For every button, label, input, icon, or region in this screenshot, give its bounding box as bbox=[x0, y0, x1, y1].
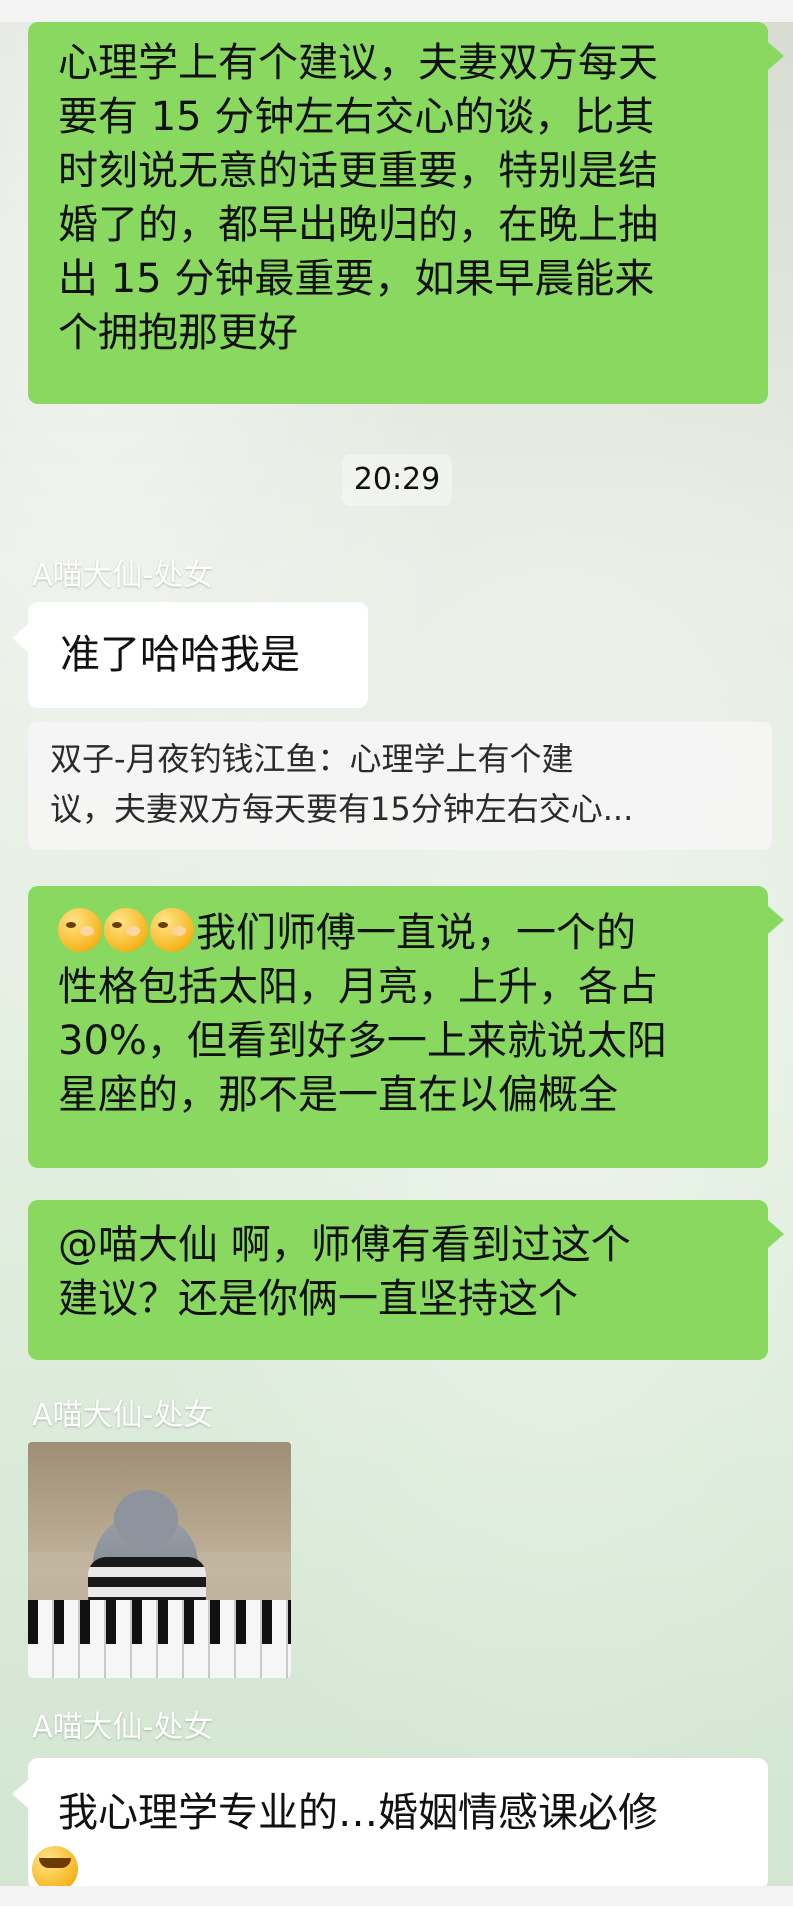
message-bubble-3[interactable]: @喵大仙 啊，师傅有看到过这个 建议？还是你俩一直坚持这个 bbox=[28, 1200, 784, 1360]
message-line: 婚了的，都早出晚归的，在晚上抽 bbox=[58, 202, 658, 248]
message-line: 性格包括太阳，月亮，上升，各占 bbox=[58, 964, 658, 1010]
message-line: 30%，但看到好多一上来就说太阳 bbox=[58, 1018, 667, 1064]
message-line: 要有 15 分钟左右交心的谈，比其 bbox=[58, 94, 655, 140]
message-bubble-2[interactable]: 我们师傅一直说，一个的 性格包括太阳，月亮，上升，各占 30%，但看到好多一上来… bbox=[28, 886, 784, 1168]
message-bubble-1[interactable]: 心理学上有个建议，夫妻双方每天 要有 15 分钟左右交心的谈，比其 时刻说无意的… bbox=[28, 22, 784, 404]
timestamp: 20:29 bbox=[342, 454, 452, 506]
message-line: 建议？还是你俩一直坚持这个 bbox=[58, 1276, 578, 1322]
sender-name: A喵大仙-处女 bbox=[32, 1710, 214, 1745]
cat-piano-photo[interactable] bbox=[28, 1442, 291, 1678]
quoted-message[interactable]: 双子-月夜钓钱江鱼：心理学上有个建 议，夫妻双方每天要有15分钟左右交心... bbox=[28, 722, 772, 850]
facepalm-emoji-icon bbox=[150, 908, 194, 952]
reply-text: 准了哈哈我是 bbox=[60, 632, 300, 678]
message-line: 个拥抱那更好 bbox=[58, 310, 298, 356]
final-message-bubble[interactable]: 我心理学专业的…婚姻情感课必修 bbox=[12, 1758, 768, 1890]
message-text: 我心理学专业的…婚姻情感课必修 bbox=[58, 1790, 658, 1836]
piano-keyboard bbox=[28, 1600, 291, 1678]
message-line: @喵大仙 啊，师傅有看到过这个 bbox=[58, 1222, 631, 1268]
top-status-strip bbox=[0, 0, 793, 22]
facepalm-emoji-icon bbox=[104, 908, 148, 952]
sender-name: A喵大仙-处女 bbox=[32, 558, 214, 593]
message-line: 出 15 分钟最重要，如果早晨能来 bbox=[58, 256, 655, 302]
message-text: 我们师傅一直说，一个的 bbox=[196, 910, 636, 956]
message-line: 时刻说无意的话更重要，特别是结 bbox=[58, 148, 658, 194]
cat-head bbox=[114, 1490, 178, 1548]
message-line: 心理学上有个建议，夫妻双方每天 bbox=[58, 40, 658, 86]
sender-name: A喵大仙-处女 bbox=[32, 1398, 214, 1433]
bottom-strip bbox=[0, 1886, 793, 1906]
reply-bubble[interactable]: 准了哈哈我是 bbox=[12, 602, 368, 708]
quote-line: 议，夫妻双方每天要有15分钟左右交心... bbox=[50, 790, 634, 828]
quote-line: 双子-月夜钓钱江鱼：心理学上有个建 bbox=[50, 740, 574, 778]
message-line: 我们师傅一直说，一个的 bbox=[58, 906, 738, 960]
facepalm-emoji-icon bbox=[58, 908, 102, 952]
message-line: 星座的，那不是一直在以偏概全 bbox=[58, 1072, 618, 1118]
